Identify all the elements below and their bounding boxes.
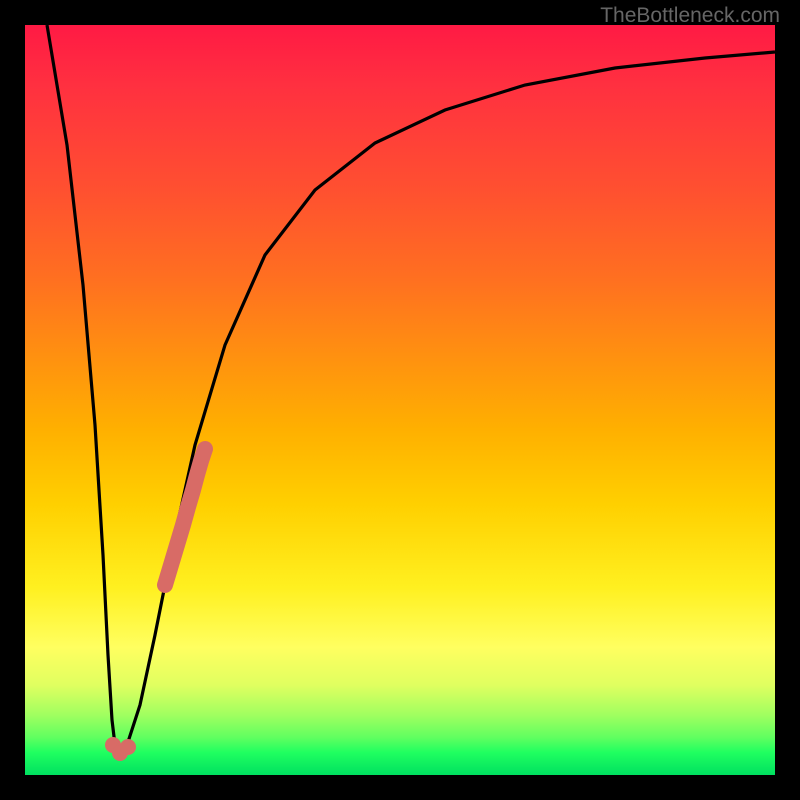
highlight-segment-rising [165, 449, 205, 585]
watermark-text: TheBottleneck.com [600, 4, 780, 28]
highlight-point-min-3 [120, 739, 136, 755]
bottleneck-chart [25, 25, 775, 775]
bottleneck-main-curve [47, 25, 775, 755]
